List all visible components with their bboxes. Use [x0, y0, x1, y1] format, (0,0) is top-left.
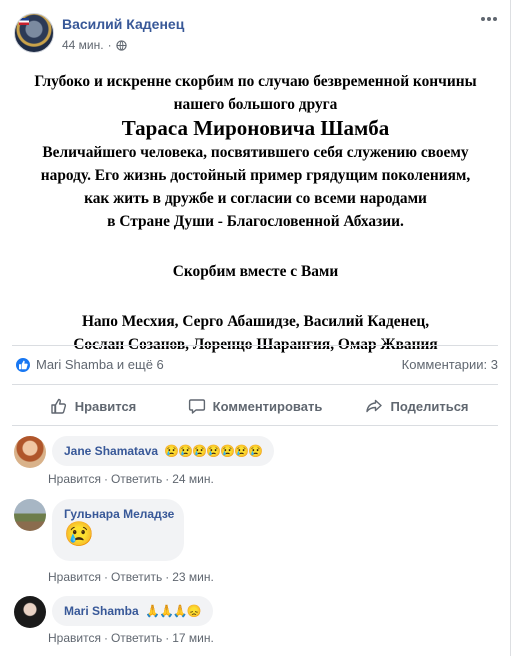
reactions-bar: Mari Shamba и ещё 6 Комментарии: 3	[14, 355, 498, 375]
post-signatories: Напо Месхия, Серго Абашидзе, Василий Кад…	[81, 313, 430, 330]
post-line: нашего большого друга	[173, 96, 338, 113]
comment-time[interactable]: 24 мин.	[172, 472, 214, 486]
post-line: Скорбим вместе с Вами	[172, 263, 339, 280]
comment-text: 😢	[64, 521, 94, 548]
post-header: Василий Каденец 44 мин. ·	[12, 12, 498, 56]
comment-like-link[interactable]: Нравится	[48, 631, 101, 645]
globe-icon[interactable]	[115, 39, 127, 51]
comment-text: 🙏🙏🙏😞	[145, 604, 202, 618]
divider	[12, 425, 498, 426]
comment-time[interactable]: 23 мин.	[172, 570, 214, 584]
comment-label: Комментировать	[212, 398, 323, 414]
flag-icon	[19, 18, 29, 25]
share-icon	[366, 399, 383, 413]
post-name-heading: Тараса Мироновича Шамба	[121, 116, 390, 140]
like-button[interactable]: Нравится	[12, 388, 174, 424]
post-line: как жить в дружбе и согласии со всеми на…	[84, 190, 427, 207]
commenter-name[interactable]: Mari Shamba	[64, 604, 139, 618]
comment-icon	[188, 399, 205, 414]
divider	[12, 384, 498, 385]
comment-reply-link[interactable]: Ответить	[111, 631, 162, 645]
post-line: народу. Его жизнь достойный пример гряду…	[40, 167, 471, 184]
comment-text: 😢😢😢😢😢😢😢	[164, 444, 263, 458]
comment-bubble: Jane Shamatava 😢😢😢😢😢😢😢	[52, 436, 274, 466]
share-button[interactable]: Поделиться	[336, 388, 498, 424]
like-label: Нравится	[74, 398, 137, 414]
comment-actions: Нравится · Ответить · 24 мин.	[48, 472, 214, 486]
share-label: Поделиться	[390, 398, 469, 414]
commenter-name[interactable]: Jane Shamatava	[64, 444, 158, 458]
author-avatar[interactable]	[14, 13, 54, 53]
comment-reply-link[interactable]: Ответить	[111, 570, 162, 584]
comment-button[interactable]: Комментировать	[174, 388, 336, 424]
post-actions: Нравится Комментировать Поделиться	[12, 388, 498, 424]
comment-time[interactable]: 17 мин.	[172, 631, 214, 645]
reactions-summary[interactable]: Mari Shamba и ещё 6	[36, 357, 164, 372]
author-name[interactable]: Василий Каденец	[62, 16, 184, 32]
comments-count[interactable]: Комментарии: 3	[402, 357, 498, 372]
post-line: Величайшего человека, посвятившего себя …	[42, 144, 469, 161]
post-time[interactable]: 44 мин.	[62, 38, 104, 52]
post-line: в Стране Души - Благословенной Абхазии.	[107, 213, 404, 230]
commenter-name[interactable]: Гульнара Меладзе	[64, 507, 174, 521]
comment-like-link[interactable]: Нравится	[48, 472, 101, 486]
like-reaction-icon[interactable]	[14, 356, 32, 374]
divider	[12, 345, 498, 346]
post-line: Глубоко и искренне скорбим по случаю без…	[34, 73, 477, 90]
comment-like-link[interactable]: Нравится	[48, 570, 101, 584]
post-meta: 44 мин. ·	[62, 38, 127, 52]
separator-dot: ·	[107, 38, 112, 52]
commenter-avatar[interactable]	[14, 596, 46, 628]
comment-bubble: Гульнара Меладзе 😢	[52, 499, 184, 561]
comment-bubble: Mari Shamba 🙏🙏🙏😞	[52, 596, 213, 626]
commenter-avatar[interactable]	[14, 436, 46, 468]
commenter-avatar[interactable]	[14, 499, 46, 531]
facebook-post-card: Василий Каденец 44 мин. · Глубоко и искр…	[0, 0, 511, 656]
comment-actions: Нравится · Ответить · 17 мин.	[48, 631, 214, 645]
comment-reply-link[interactable]: Ответить	[111, 472, 162, 486]
post-body: Глубоко и искренне скорбим по случаю без…	[12, 70, 499, 356]
comment-actions: Нравится · Ответить · 23 мин.	[48, 570, 214, 584]
more-options-icon[interactable]	[480, 15, 498, 23]
thumbs-up-icon	[51, 398, 66, 414]
